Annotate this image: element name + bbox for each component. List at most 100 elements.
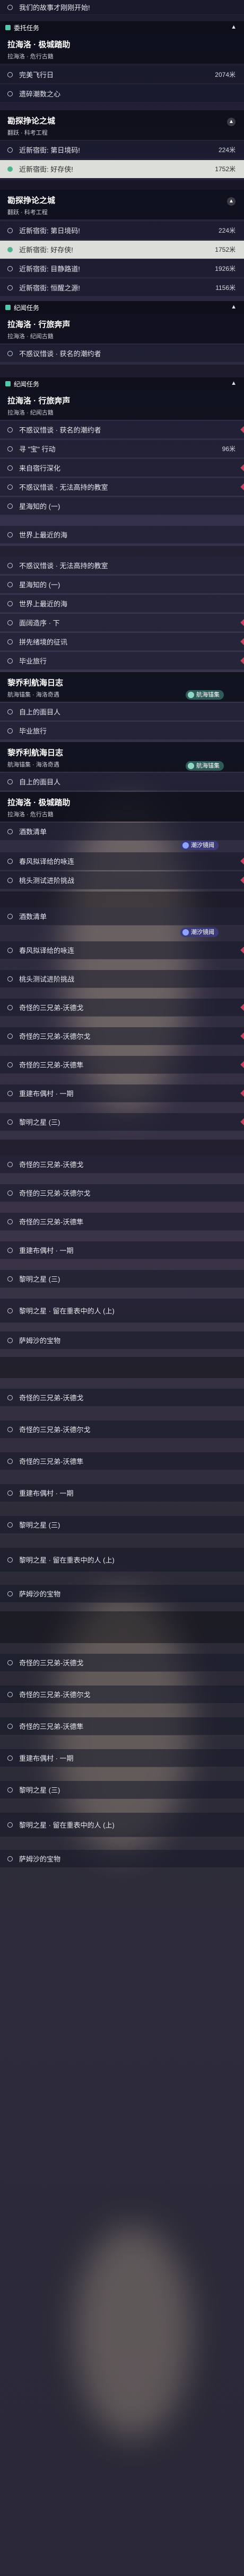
quest-item[interactable]: 桃头测试进阶挑战: [0, 970, 244, 988]
quest-item[interactable]: 重建布偶村 · 一期: [0, 1484, 244, 1502]
radio-icon: [7, 285, 13, 290]
quest-item[interactable]: 黎明之星 (三): [0, 1113, 244, 1131]
quest-item[interactable]: 自上的面目人: [0, 773, 244, 791]
radio-icon: [7, 91, 13, 96]
radio-icon: [7, 266, 13, 271]
quest-item[interactable]: 奇怪的三兄弟-沃德隼: [0, 1056, 244, 1074]
quest-item[interactable]: 黎明之星 (三): [0, 1781, 244, 1799]
quest-item[interactable]: 桃头测试进阶挑战: [0, 871, 244, 889]
quest-item[interactable]: 世界上最近的海: [0, 595, 244, 613]
quest-group-header[interactable]: 拉海洛 · 极城踏助 拉海洛 · 危行古籍: [0, 792, 244, 822]
quest-item[interactable]: 萨姆沙的宝物: [0, 1850, 244, 1868]
radio-icon: [7, 1856, 13, 1862]
radio-icon: [7, 562, 13, 568]
quest-item[interactable]: 不惑议惜谈 · 无法高持的教室: [0, 557, 244, 575]
quest-item[interactable]: 不惑议惜谈 · 获名的潮约者: [0, 345, 244, 363]
quest-item[interactable]: 完美飞行日 2074米: [0, 66, 244, 84]
quest-item[interactable]: 近新宿街: 恒醒之源! 1156米: [0, 279, 244, 297]
quest-item[interactable]: 奇怪的三兄弟-沃德隼: [0, 1717, 244, 1735]
quest-item[interactable]: 奇怪的三兄弟-沃德戈: [0, 999, 244, 1017]
radio-icon: [7, 1490, 13, 1496]
quest-item[interactable]: 黎明之星 (三): [0, 1516, 244, 1534]
quest-group-header[interactable]: 拉海洛 · 行旅奔声 拉海洛 · 纪闻古籍: [0, 390, 244, 420]
radio-icon: [7, 446, 13, 452]
wave-icon: [182, 929, 189, 936]
region-badge: 潮汐镜阈: [180, 841, 219, 850]
chevron-up-icon: ▲: [231, 24, 237, 30]
quest-item[interactable]: 星海知的 (一): [0, 576, 244, 594]
quest-item[interactable]: 黎明之星 · 留在重表中的人 (上): [0, 1299, 244, 1323]
category-header[interactable]: 纪闻任务 ▲: [0, 377, 244, 390]
quest-item[interactable]: 遗碎潮数之心: [0, 85, 244, 103]
quest-item[interactable]: 奇怪的三兄弟-沃德尔戈: [0, 1421, 244, 1439]
anchor-icon: [188, 692, 194, 698]
quest-item[interactable]: 我们的故事才刚刚开始!: [0, 0, 244, 15]
radio-icon: [7, 1308, 13, 1313]
radio-icon: [7, 532, 13, 537]
quest-item-selected[interactable]: 近新宿街: 好存侠! 1752米: [0, 160, 244, 178]
radio-icon: [7, 658, 13, 664]
radio-icon: [7, 858, 13, 864]
quest-item-selected[interactable]: 近新宿街: 好存侠! 1752米: [0, 241, 244, 259]
quest-item[interactable]: 重建布偶村 · 一期: [0, 1749, 244, 1767]
quest-item[interactable]: 奇怪的三兄弟-沃德戈: [0, 1155, 244, 1174]
quest-group-header[interactable]: 勘探挣论之城 翻跃 · 科考工程 ▲: [0, 190, 244, 219]
radio-icon: [7, 72, 13, 77]
quest-item[interactable]: 不惑议惜谈 · 获名的潮约者: [0, 421, 244, 439]
region-badge: 航海锚集: [186, 690, 224, 700]
quest-group-header[interactable]: 拉海洛 · 极城踏助 拉海洛 · 危行古籍: [0, 34, 244, 64]
quest-item[interactable]: 萨姆沙的宝物: [0, 1331, 244, 1349]
quest-item[interactable]: 近新宿街: 第日境码! 224米: [0, 141, 244, 159]
quest-item[interactable]: 不惑议惜谈 · 无法高持的教室: [0, 478, 244, 496]
quest-item[interactable]: 毕业旅行: [0, 652, 244, 670]
radio-checked-icon: [7, 246, 13, 252]
quest-group-header[interactable]: 勘探挣论之城 翻跃 · 科考工程 ▲: [0, 110, 244, 140]
quest-item[interactable]: 重建布偶村 · 一期: [0, 1241, 244, 1259]
quest-item[interactable]: 春风拟译给的咏连: [0, 852, 244, 870]
chevron-up-icon: ▲: [231, 380, 237, 386]
category-header[interactable]: 委托任务 ▲: [0, 21, 244, 34]
radio-icon: [7, 4, 13, 10]
radio-icon: [7, 1557, 13, 1563]
quest-item[interactable]: 寻 "宝" 行动 96米: [0, 440, 244, 458]
quest-item[interactable]: 来自宿行深化: [0, 459, 244, 477]
quest-item[interactable]: 近新宿街: 目静路道! 1926米: [0, 260, 244, 278]
radio-icon: [7, 828, 13, 834]
quest-item[interactable]: 黎明之星 (三): [0, 1270, 244, 1288]
quest-item[interactable]: 自上的面目人: [0, 703, 244, 721]
quest-item[interactable]: 世界上最近的海: [0, 526, 244, 544]
quest-item[interactable]: 奇怪的三兄弟-沃德隼: [0, 1452, 244, 1470]
quest-item[interactable]: 奇怪的三兄弟-沃德尔戈: [0, 1686, 244, 1704]
quest-item[interactable]: 奇怪的三兄弟-沃德隼: [0, 1213, 244, 1231]
quest-item[interactable]: 奇怪的三兄弟-沃德尔戈: [0, 1027, 244, 1045]
region-badge: 航海锚集: [186, 761, 224, 771]
quest-item[interactable]: 毕业旅行: [0, 722, 244, 740]
radio-icon: [7, 976, 13, 982]
radio-icon: [7, 1691, 13, 1697]
quest-item[interactable]: 酒数清单: [0, 907, 244, 925]
quest-item[interactable]: 面阔造序 · 下: [0, 614, 244, 632]
quest-item[interactable]: 黎明之星 · 留在重表中的人 (上): [0, 1813, 244, 1837]
radio-icon: [7, 1395, 13, 1400]
category-icon: [5, 381, 11, 386]
radio-icon: [7, 350, 13, 356]
quest-item[interactable]: 黎明之星 · 留在重表中的人 (上): [0, 1548, 244, 1572]
quest-item[interactable]: 萨姆沙的宝物: [0, 1585, 244, 1603]
quest-item[interactable]: 春风拟译给的咏连: [0, 941, 244, 959]
quest-item[interactable]: 近新宿街: 第日境码! 224米: [0, 222, 244, 240]
anchor-icon: [188, 763, 194, 769]
radio-icon: [7, 728, 13, 734]
quest-item[interactable]: 重建布偶村 · 一期: [0, 1084, 244, 1102]
radio-icon: [7, 913, 13, 919]
quest-item[interactable]: 星海知的 (一): [0, 497, 244, 515]
quest-item[interactable]: 奇怪的三兄弟-沃德尔戈: [0, 1184, 244, 1202]
quest-item[interactable]: 奇怪的三兄弟-沃德戈: [0, 1389, 244, 1407]
radio-icon: [7, 581, 13, 587]
radio-icon: [7, 1090, 13, 1096]
radio-icon: [7, 947, 13, 953]
quest-item[interactable]: 奇怪的三兄弟-沃德戈: [0, 1654, 244, 1672]
quest-item[interactable]: 酒数清单: [0, 823, 244, 841]
category-header[interactable]: 纪闻任务 ▲: [0, 301, 244, 314]
quest-group-header[interactable]: 拉海洛 · 行旅奔声 拉海洛 · 纪闻古籍: [0, 314, 244, 343]
quest-item[interactable]: 拼先绪境的征讯: [0, 633, 244, 651]
